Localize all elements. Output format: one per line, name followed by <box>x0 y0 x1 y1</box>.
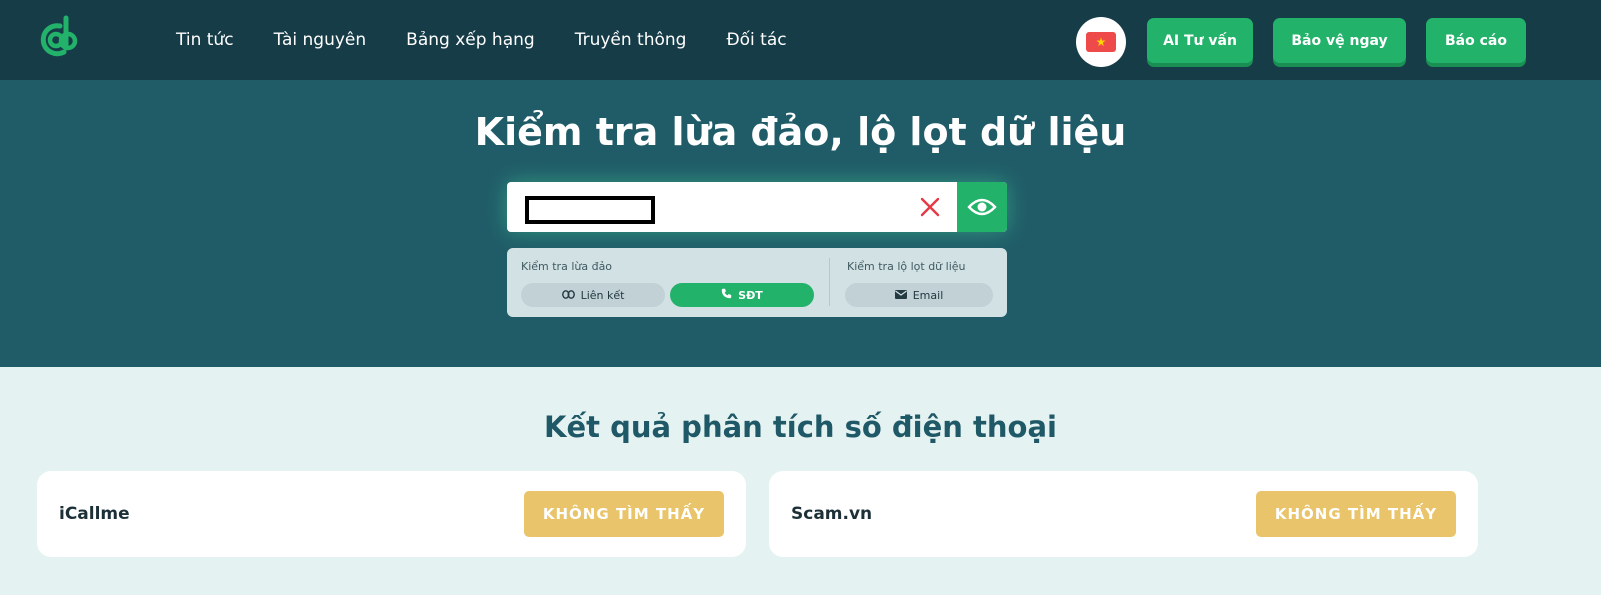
result-card: Scam.vn KHÔNG TÌM THẤY <box>769 471 1478 557</box>
top-header: Tin tức Tài nguyên Bảng xếp hạng Truyền … <box>0 0 1601 80</box>
link-icon <box>561 289 575 302</box>
logo-icon[interactable] <box>34 14 80 62</box>
result-source-name: Scam.vn <box>791 504 873 524</box>
vietnam-flag-icon: ★ <box>1086 32 1116 52</box>
nav-item-rankings[interactable]: Bảng xếp hạng <box>406 30 535 50</box>
report-button[interactable]: Báo cáo <box>1426 18 1526 63</box>
email-option-button[interactable]: Email <box>845 283 993 307</box>
results-title: Kết quả phân tích số điện thoại <box>544 410 1057 444</box>
phone-icon <box>721 288 732 302</box>
email-icon <box>894 289 907 302</box>
link-option-label: Liên kết <box>580 288 625 302</box>
phone-option-label: SĐT <box>738 288 763 302</box>
language-switcher[interactable]: ★ <box>1076 17 1126 67</box>
email-option-label: Email <box>912 288 944 302</box>
result-card: iCallme KHÔNG TÌM THẤY <box>37 471 746 557</box>
leak-check-label: Kiểm tra lộ lọt dữ liệu <box>847 260 966 273</box>
phone-option-button[interactable]: SĐT <box>670 283 814 307</box>
search-box <box>507 182 1007 232</box>
panel-divider <box>829 258 830 306</box>
main-nav: Tin tức Tài nguyên Bảng xếp hạng Truyền … <box>176 0 827 80</box>
eye-icon[interactable] <box>957 182 1007 232</box>
nav-item-resources[interactable]: Tài nguyên <box>274 30 367 50</box>
result-source-name: iCallme <box>59 504 130 524</box>
hero-section: Kiểm tra lừa đảo, lộ lọt dữ liệu Kiểm tr… <box>0 80 1601 367</box>
search-input[interactable] <box>525 196 655 224</box>
page-title: Kiểm tra lừa đảo, lộ lọt dữ liệu <box>474 110 1127 154</box>
nav-item-media[interactable]: Truyền thông <box>575 30 687 50</box>
ai-consult-button[interactable]: AI Tư vấn <box>1147 18 1253 63</box>
status-badge: KHÔNG TÌM THẤY <box>524 491 724 537</box>
close-icon[interactable] <box>917 194 943 220</box>
link-option-button[interactable]: Liên kết <box>521 283 665 307</box>
scam-check-label: Kiểm tra lừa đảo <box>521 260 613 273</box>
nav-item-partners[interactable]: Đối tác <box>726 30 786 50</box>
status-badge: KHÔNG TÌM THẤY <box>1256 491 1456 537</box>
nav-item-news[interactable]: Tin tức <box>176 30 234 50</box>
check-type-panel: Kiểm tra lừa đảo Kiểm tra lộ lọt dữ liệu… <box>507 248 1007 317</box>
protect-now-button[interactable]: Bảo vệ ngay <box>1273 18 1406 63</box>
